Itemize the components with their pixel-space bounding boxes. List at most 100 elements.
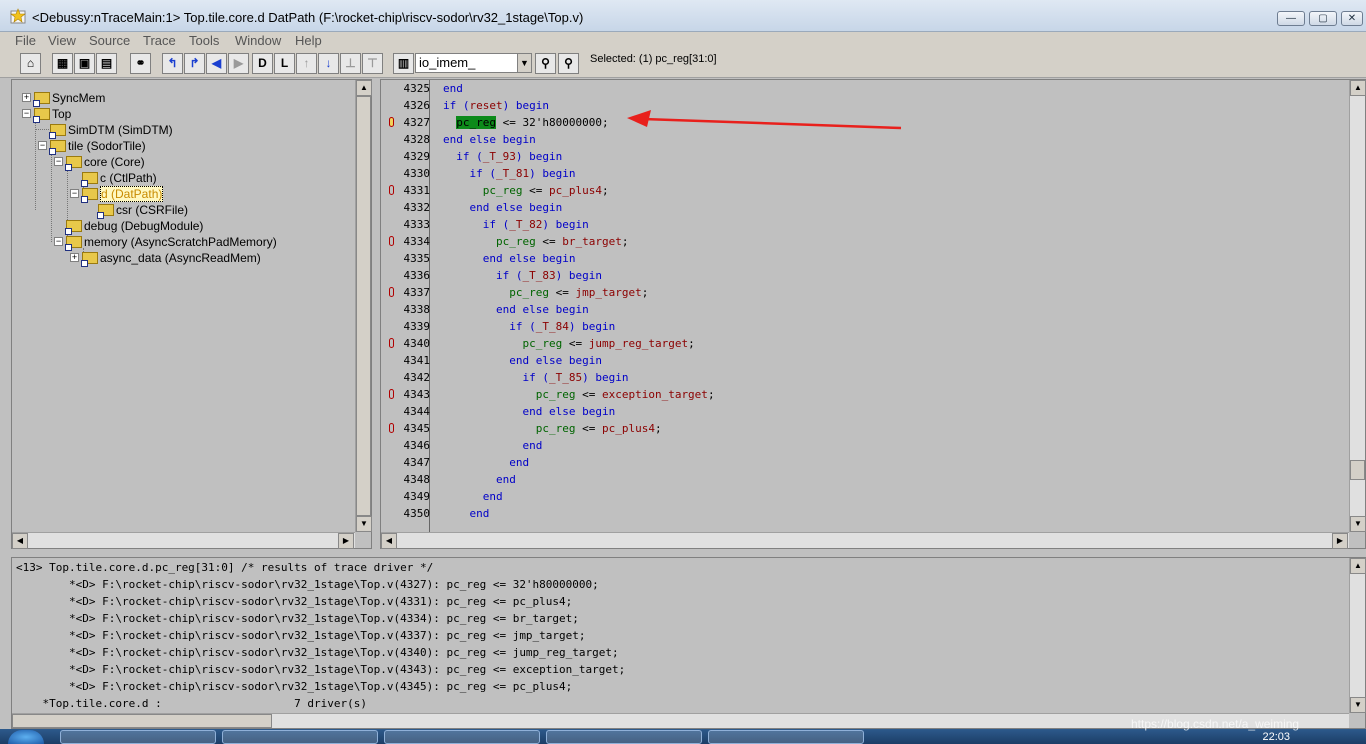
open-file-icon[interactable]: ⌂ [20,53,41,74]
source-vertical-scrollbar[interactable]: ▲ ▼ [1349,80,1366,532]
forward-arrow-icon[interactable]: ▶ [228,53,249,74]
source-line[interactable]: 4330 if (_T_81) begin [381,165,1341,182]
find-next-icon[interactable]: ⚲ [558,53,579,74]
scroll-down-icon[interactable]: ▼ [356,516,372,532]
step-out-icon[interactable]: ⊤ [362,53,383,74]
tree-vertical-scrollbar[interactable]: ▲ ▼ [355,80,372,532]
trace-header-line[interactable]: <13> Top.tile.core.d.pc_reg[31:0] /* res… [16,559,433,576]
close-button[interactable]: ✕ [1341,11,1363,26]
expand-icon[interactable]: + [22,93,31,102]
driver-d-icon[interactable]: D [252,53,273,74]
scroll-up-icon[interactable]: ▲ [1350,558,1366,574]
scroll-up-icon[interactable]: ▲ [356,80,372,96]
source-line[interactable]: 4343 pc_reg <= exception_target; [381,386,1341,403]
chevron-down-icon[interactable]: ▼ [517,54,531,72]
driver-marker-icon[interactable] [389,338,394,348]
trace-result-line[interactable]: *<D> F:\rocket-chip\riscv-sodor\rv32_1st… [16,627,586,644]
maximize-button[interactable]: ▢ [1309,11,1337,26]
source-line[interactable]: 4345 pc_reg <= pc_plus4; [381,420,1341,437]
signal-combo[interactable]: io_imem_ ▼ [415,53,532,73]
back-arrow-icon[interactable]: ◀ [206,53,227,74]
driver-marker-icon[interactable] [389,423,394,433]
scroll-down-icon[interactable]: ▼ [1350,697,1366,713]
source-line[interactable]: 4337 pc_reg <= jmp_target; [381,284,1341,301]
taskbar-item-wechat[interactable] [546,730,702,744]
tree-scroll-thumb[interactable] [356,96,371,516]
source-line[interactable]: 4331 pc_reg <= pc_plus4; [381,182,1341,199]
collapse-icon[interactable]: − [22,109,31,118]
source-line[interactable]: 4347 end [381,454,1341,471]
start-button[interactable] [8,730,44,744]
menu-trace[interactable]: Trace [143,33,176,48]
driver-marker-icon[interactable] [389,185,394,195]
source-line[interactable]: 4348 end [381,471,1341,488]
expand-icon[interactable]: + [70,253,79,262]
step-in-icon[interactable]: ⊥ [340,53,361,74]
source-line[interactable]: 4325 end [381,80,1341,97]
collapse-icon[interactable]: − [38,141,47,150]
driver-marker-icon[interactable] [389,117,394,127]
source-horizontal-scrollbar[interactable]: ◀ ▶ [381,532,1349,549]
source-line[interactable]: 4340 pc_reg <= jump_reg_target; [381,335,1341,352]
schematic-view-icon[interactable]: ▣ [74,53,95,74]
taskbar-item-document[interactable] [222,730,378,744]
signal-list-icon[interactable]: ▥ [393,53,414,74]
scroll-left-icon[interactable]: ◀ [381,533,397,549]
driver-marker-icon[interactable] [389,389,394,399]
menu-help[interactable]: Help [295,33,322,48]
menu-view[interactable]: View [48,33,76,48]
source-line[interactable]: 4338 end else begin [381,301,1341,318]
find-signal-icon[interactable]: ⚲ [535,53,556,74]
menu-window[interactable]: Window [235,33,281,48]
source-line[interactable]: 4332 end else begin [381,199,1341,216]
scroll-right-icon[interactable]: ▶ [1332,533,1348,549]
source-line[interactable]: 4350 end [381,505,1341,522]
driver-marker-icon[interactable] [389,236,394,246]
message-vertical-scrollbar[interactable]: ▲ ▼ [1349,558,1366,713]
trace-result-line[interactable]: *<D> F:\rocket-chip\riscv-sodor\rv32_1st… [16,610,579,627]
load-l-icon[interactable]: L [274,53,295,74]
message-scroll-thumb[interactable] [12,714,272,728]
collapse-icon[interactable]: − [54,157,63,166]
trace-result-line[interactable]: *Top.tile.core.d : 7 driver(s) [16,695,367,712]
menu-source[interactable]: Source [89,33,130,48]
source-line[interactable]: 4346 end [381,437,1341,454]
source-line[interactable]: 4333 if (_T_82) begin [381,216,1341,233]
trace-result-line[interactable]: *<D> F:\rocket-chip\riscv-sodor\rv32_1st… [16,644,619,661]
trace-result-line[interactable]: *<D> F:\rocket-chip\riscv-sodor\rv32_1st… [16,576,599,593]
trace-load-icon[interactable]: ↱ [184,53,205,74]
taskbar-item-waveform[interactable] [384,730,540,744]
trace-driver-icon[interactable]: ↰ [162,53,183,74]
taskbar-item-debussy[interactable] [708,730,864,744]
scroll-up-icon[interactable]: ▲ [1350,80,1366,96]
source-line[interactable]: 4334 pc_reg <= br_target; [381,233,1341,250]
scroll-right-icon[interactable]: ▶ [338,533,354,549]
link-icon[interactable]: ⚭ [130,53,151,74]
source-scroll-thumb[interactable] [1350,460,1365,480]
menu-tools[interactable]: Tools [189,33,219,48]
tree-horizontal-scrollbar[interactable]: ◀ ▶ [12,532,355,549]
driver-marker-icon[interactable] [389,287,394,297]
collapse-icon[interactable]: − [70,189,79,198]
scroll-down-icon[interactable]: ▼ [1350,516,1366,532]
source-line[interactable]: 4336 if (_T_83) begin [381,267,1341,284]
source-line[interactable]: 4335 end else begin [381,250,1341,267]
source-view-icon[interactable]: ▤ [96,53,117,74]
source-line[interactable]: 4339 if (_T_84) begin [381,318,1341,335]
menu-file[interactable]: File [15,33,36,48]
minimize-button[interactable]: — [1277,11,1305,26]
source-line[interactable]: 4344 end else begin [381,403,1341,420]
up-arrow-icon[interactable]: ↑ [296,53,317,74]
source-line[interactable]: 4341 end else begin [381,352,1341,369]
source-line[interactable]: 4342 if (_T_85) begin [381,369,1341,386]
trace-result-line[interactable]: *<D> F:\rocket-chip\riscv-sodor\rv32_1st… [16,678,572,695]
trace-result-line[interactable]: *<D> F:\rocket-chip\riscv-sodor\rv32_1st… [16,593,572,610]
collapse-icon[interactable]: − [54,237,63,246]
down-arrow-icon[interactable]: ↓ [318,53,339,74]
scroll-left-icon[interactable]: ◀ [12,533,28,549]
source-line[interactable]: 4329 if (_T_93) begin [381,148,1341,165]
hierarchy-view-icon[interactable]: ▦ [52,53,73,74]
trace-result-line[interactable]: *<D> F:\rocket-chip\riscv-sodor\rv32_1st… [16,661,625,678]
taskbar-item-explorer[interactable] [60,730,216,744]
source-line[interactable]: 4349 end [381,488,1341,505]
